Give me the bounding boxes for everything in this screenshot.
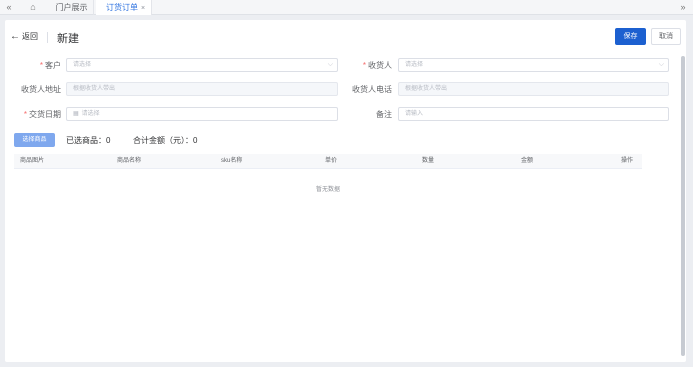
cancel-button[interactable]: 取消 — [651, 28, 681, 45]
chevron-down-icon: ⌵ — [327, 61, 333, 68]
tab-order[interactable]: 订货订单 × — [96, 0, 152, 15]
back-button[interactable]: ← 返回 — [10, 31, 38, 42]
back-label: 返回 — [22, 32, 38, 41]
receiver-label: * 收货人 — [362, 61, 392, 70]
main-panel: ← 返回 新建 保存 取消 * 客户 请选择 ⌵ * 收货人 请选择 ⌵ 收货人地址… — [5, 20, 686, 362]
customer-select[interactable]: 请选择 ⌵ — [66, 58, 338, 72]
remark-input[interactable]: 请输入 — [398, 107, 669, 121]
remark-placeholder: 请输入 — [405, 111, 424, 117]
column-header: 金额 — [521, 158, 534, 164]
required-mark: * — [39, 61, 43, 70]
tab-bar: « ⌂ 门户展示 订货订单 × » — [0, 0, 693, 15]
home-icon[interactable]: ⌂ — [26, 0, 40, 15]
delivery-date-placeholder: 请选择 — [81, 111, 100, 117]
column-header: 商品名称 — [117, 158, 142, 164]
remark-label: 备注 — [376, 110, 392, 119]
scrollbar[interactable] — [681, 56, 685, 356]
receiver-phone-field: 根据收货人带出 — [398, 82, 669, 96]
delivery-date-picker[interactable]: ▦ 请选择 — [66, 107, 338, 121]
column-header: 商品图片 — [20, 158, 45, 164]
empty-table-text: 暂无数据 — [315, 187, 340, 193]
selected-count: 已选商品：0 — [66, 136, 111, 145]
receiver-address-field: 根据收货人带出 — [66, 82, 338, 96]
calendar-icon: ▦ — [73, 111, 79, 117]
receiver-select[interactable]: 请选择 ⌵ — [398, 58, 669, 72]
save-button[interactable]: 保存 — [615, 28, 646, 45]
divider — [47, 32, 48, 43]
column-header: sku名称 — [221, 158, 243, 164]
customer-placeholder: 请选择 — [73, 62, 92, 68]
column-header: 单价 — [325, 158, 338, 164]
tab-portal[interactable]: 门户展示 — [50, 0, 94, 15]
required-mark: * — [23, 110, 27, 119]
column-header: 数量 — [422, 158, 435, 164]
required-mark: * — [362, 61, 366, 70]
page-title: 新建 — [57, 33, 79, 45]
receiver-phone-label: 收货人电话 — [352, 85, 392, 94]
receiver-phone-placeholder: 根据收货人带出 — [405, 86, 448, 92]
select-products-button[interactable]: 选择商品 — [14, 133, 55, 147]
chevron-down-icon: ⌵ — [658, 61, 664, 68]
customer-label: * 客户 — [39, 61, 61, 70]
close-icon[interactable]: × — [141, 5, 145, 12]
arrow-left-icon: ← — [10, 31, 20, 42]
tab-scroll-left-icon[interactable]: « — [2, 0, 16, 15]
column-header: 操作 — [621, 158, 634, 164]
tab-label: 订货订单 — [106, 3, 138, 12]
delivery-date-label: * 交货日期 — [23, 110, 61, 119]
tab-label: 门户展示 — [55, 3, 88, 12]
total-amount: 合计金额（元）：0 — [133, 136, 198, 145]
receiver-address-label: 收货人地址 — [21, 85, 61, 94]
page-header: ← 返回 新建 保存 取消 — [5, 20, 686, 56]
table-header: 商品图片 商品名称 sku名称 单价 数量 金额 操作 — [14, 154, 642, 169]
receiver-address-placeholder: 根据收货人带出 — [73, 86, 116, 92]
tab-scroll-right-icon[interactable]: » — [676, 0, 690, 15]
receiver-placeholder: 请选择 — [405, 62, 424, 68]
